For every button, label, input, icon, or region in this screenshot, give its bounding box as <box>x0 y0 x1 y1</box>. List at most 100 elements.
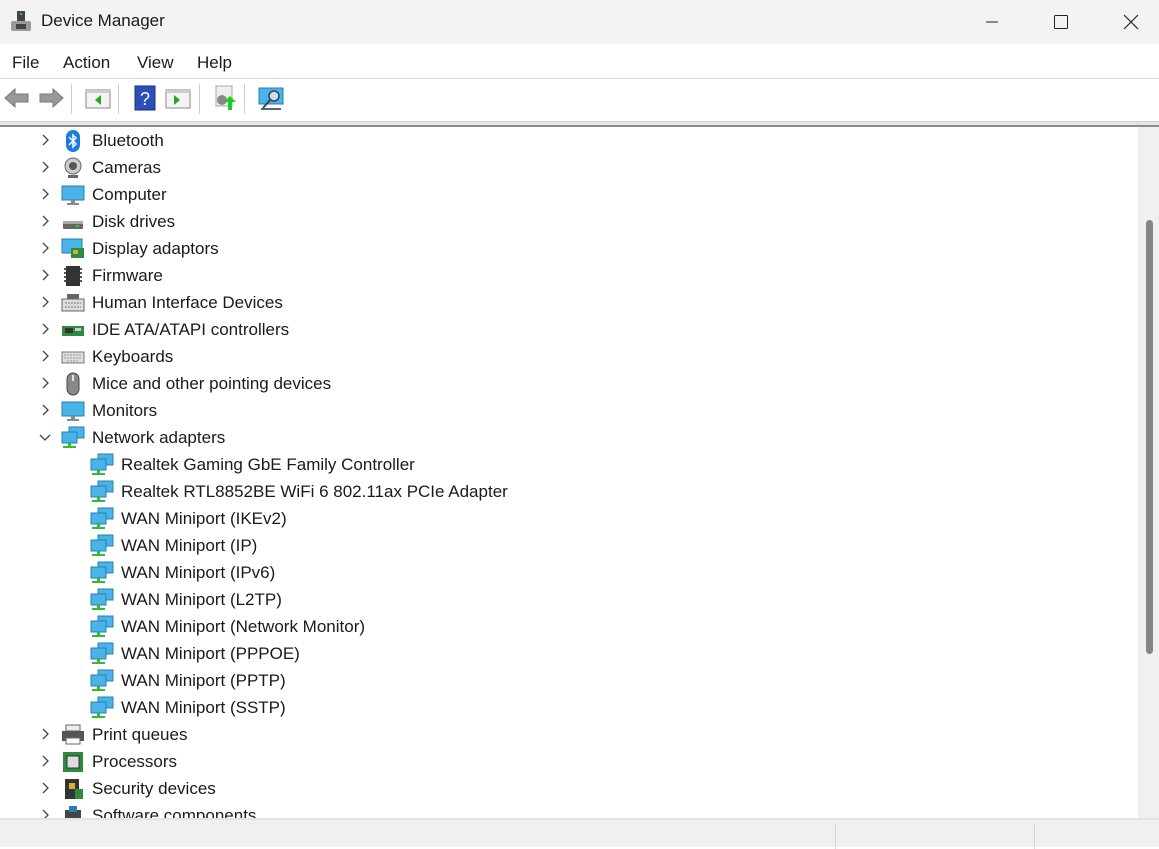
toolbar-separator <box>244 84 245 114</box>
menu-bar: File Action View Help <box>0 44 1159 79</box>
tree-device[interactable]: WAN Miniport (PPTP) <box>90 667 286 694</box>
tree-device[interactable]: WAN Miniport (PPPOE) <box>90 640 300 667</box>
tree-item-label: Software components <box>92 805 257 819</box>
chevron-right-icon[interactable] <box>38 214 52 228</box>
show-action-pane-icon[interactable] <box>164 84 192 112</box>
network-icon <box>90 507 114 529</box>
toolbar-separator <box>199 84 200 114</box>
title-bar: Device Manager <box>0 0 1159 44</box>
chevron-right-icon[interactable] <box>38 133 52 147</box>
tree-category[interactable]: Keyboards <box>61 343 173 370</box>
close-icon <box>1123 14 1139 30</box>
tree-item-label: Processors <box>92 751 178 771</box>
tree-item-label: Disk drives <box>92 211 176 231</box>
tree-category[interactable]: Security devices <box>61 775 216 802</box>
show-hide-console-tree-icon[interactable] <box>84 84 112 112</box>
menu-file[interactable]: File <box>12 53 39 73</box>
chevron-right-icon[interactable] <box>38 808 52 818</box>
network-icon <box>90 642 114 664</box>
chevron-right-icon[interactable] <box>38 754 52 768</box>
chevron-right-icon[interactable] <box>38 322 52 336</box>
tree-category[interactable]: Monitors <box>61 397 157 424</box>
status-bar <box>0 818 1159 849</box>
chevron-right-icon[interactable] <box>38 349 52 363</box>
maximize-button[interactable] <box>1026 0 1096 44</box>
tree-category[interactable]: IDE ATA/ATAPI controllers <box>61 316 289 343</box>
tree-item-label: Computer <box>92 184 167 204</box>
minimize-icon <box>986 21 998 23</box>
chevron-right-icon[interactable] <box>38 160 52 174</box>
tree-item-label: WAN Miniport (Network Monitor) <box>121 616 366 636</box>
processor-icon <box>63 751 83 772</box>
toolbar: ? <box>0 80 1159 120</box>
menu-view[interactable]: View <box>137 53 174 73</box>
help-icon[interactable]: ? <box>131 84 159 112</box>
chevron-right-icon[interactable] <box>38 781 52 795</box>
tree-item-label: WAN Miniport (SSTP) <box>121 697 286 717</box>
tree-device[interactable]: WAN Miniport (IKEv2) <box>90 505 287 532</box>
tree-category[interactable]: Mice and other pointing devices <box>61 370 331 397</box>
tree-category[interactable]: Network adapters <box>61 424 225 451</box>
tree-device[interactable]: WAN Miniport (SSTP) <box>90 694 286 721</box>
status-divider <box>835 824 836 849</box>
scan-hardware-icon[interactable] <box>257 84 285 112</box>
chevron-right-icon[interactable] <box>38 376 52 390</box>
tree-item-label: Security devices <box>92 778 216 798</box>
tree-category[interactable]: Software components <box>61 802 256 818</box>
disk-icon <box>63 220 83 229</box>
tree-item-label: IDE ATA/ATAPI controllers <box>92 319 290 339</box>
network-icon <box>90 561 114 583</box>
bluetooth-icon <box>66 129 80 152</box>
ide-icon <box>62 325 84 336</box>
tree-category[interactable]: Human Interface Devices <box>61 289 283 316</box>
camera-icon <box>64 157 82 178</box>
tree-item-label: Realtek Gaming GbE Family Controller <box>121 454 415 474</box>
keyboard-icon <box>61 351 85 363</box>
tree-item-label: Cameras <box>92 157 161 177</box>
chevron-right-icon[interactable] <box>38 727 52 741</box>
back-icon[interactable] <box>3 84 31 112</box>
tree-category[interactable]: Cameras <box>61 154 161 181</box>
tree-device[interactable]: WAN Miniport (IP) <box>90 532 257 559</box>
maximize-icon <box>1054 15 1068 29</box>
tree-item-label: Human Interface Devices <box>92 292 283 312</box>
tree-item-label: WAN Miniport (PPPOE) <box>121 643 300 663</box>
chevron-right-icon[interactable] <box>38 187 52 201</box>
tree-device[interactable]: Realtek RTL8852BE WiFi 6 802.11ax PCIe A… <box>90 478 508 505</box>
status-divider <box>1034 824 1035 849</box>
chevron-right-icon[interactable] <box>38 268 52 282</box>
tree-category[interactable]: Disk drives <box>61 208 175 235</box>
toolbar-separator <box>71 84 72 114</box>
chevron-right-icon[interactable] <box>38 241 52 255</box>
tree-device[interactable]: Realtek Gaming GbE Family Controller <box>90 451 415 478</box>
forward-icon[interactable] <box>37 84 65 112</box>
tree-category[interactable]: Bluetooth <box>61 127 164 154</box>
toolbar-separator <box>118 84 119 114</box>
close-button[interactable] <box>1096 0 1159 44</box>
tree-device[interactable]: WAN Miniport (IPv6) <box>90 559 275 586</box>
chevron-right-icon[interactable] <box>38 403 52 417</box>
tree-category[interactable]: Computer <box>61 181 167 208</box>
tree-item-label: Print queues <box>92 724 188 744</box>
chip-icon <box>64 265 82 286</box>
tree-device[interactable]: WAN Miniport (L2TP) <box>90 586 282 613</box>
chevron-right-icon[interactable] <box>38 295 52 309</box>
window-title: Device Manager <box>41 11 165 30</box>
tree-category[interactable]: Display adaptors <box>61 235 219 262</box>
network-icon <box>90 480 114 502</box>
tree-item-label: Bluetooth <box>92 130 164 150</box>
update-driver-icon[interactable] <box>210 84 238 112</box>
tree-category[interactable]: Processors <box>61 748 177 775</box>
menu-help[interactable]: Help <box>197 53 232 73</box>
hid-icon <box>61 293 85 311</box>
tree-category[interactable]: Firmware <box>61 262 163 289</box>
vertical-scrollbar[interactable] <box>1138 127 1159 818</box>
chevron-down-icon[interactable] <box>38 430 52 444</box>
tree-device[interactable]: WAN Miniport (Network Monitor) <box>90 613 365 640</box>
menu-action[interactable]: Action <box>63 53 110 73</box>
tree-category[interactable]: Print queues <box>61 721 187 748</box>
network-icon <box>61 426 85 448</box>
minimize-button[interactable] <box>957 0 1027 44</box>
scrollbar-thumb[interactable] <box>1146 220 1153 654</box>
device-tree: Bluetooth Cameras Computer Disk drives Displ… <box>0 127 1138 818</box>
